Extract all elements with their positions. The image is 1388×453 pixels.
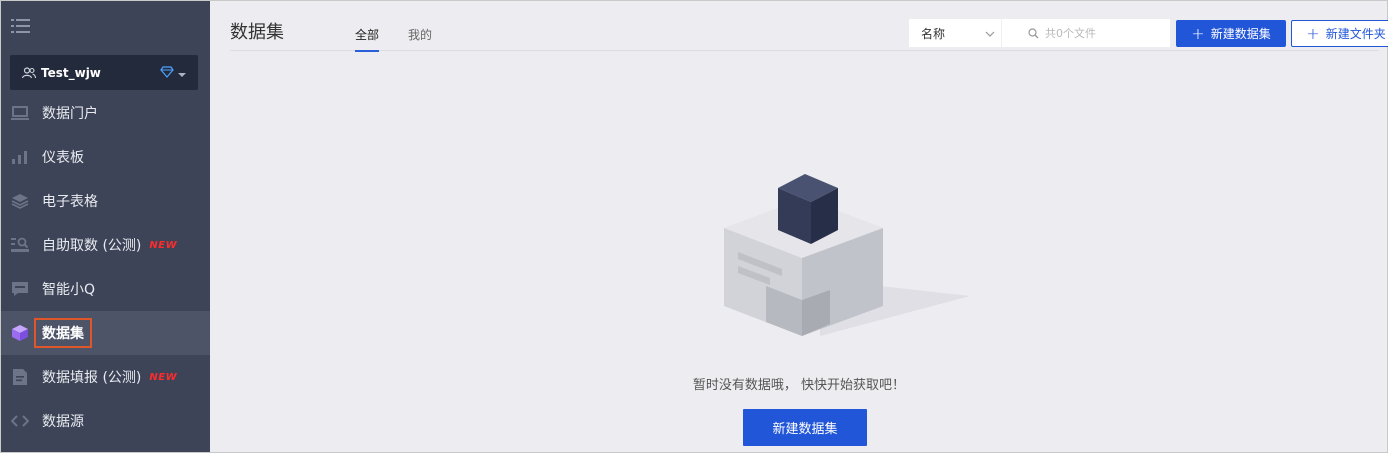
form-icon — [10, 368, 30, 386]
search-input[interactable] — [1045, 26, 1165, 40]
users-icon — [22, 66, 36, 79]
workspace-selector[interactable]: Test_wjw — [10, 55, 198, 90]
cube-icon — [10, 324, 30, 342]
empty-state-message: 暂时没有数据哦， 快快开始获取吧！ — [692, 378, 906, 393]
sidebar-item-label: 智能小Q — [42, 282, 96, 298]
sidebar-item-spreadsheet[interactable]: 电子表格 — [1, 179, 210, 223]
portal-icon — [10, 104, 30, 122]
search-icon — [1028, 27, 1039, 39]
page-title: 数据集 — [230, 22, 284, 43]
sort-select[interactable]: 名称 — [909, 19, 1001, 47]
empty-state-illustration — [710, 166, 970, 350]
new-folder-label: 新建文件夹 — [1325, 27, 1386, 41]
workspace-actions — [160, 66, 186, 81]
sidebar-item-dashboard[interactable]: 仪表板 — [1, 135, 210, 179]
sidebar-item-label: 数据门户 — [42, 106, 98, 122]
data-fetch-icon — [10, 236, 30, 254]
code-arrows-icon — [10, 412, 30, 430]
sidebar-item-smart-q[interactable]: 智能小Q — [1, 267, 210, 311]
sidebar-item-data-source[interactable]: 数据源 — [1, 399, 210, 443]
sidebar-item-label: 数据集 — [34, 318, 92, 348]
app-window: Test_wjw 数据门户 仪表板 电子表格 自助取数 (公测) NEW 智能小… — [0, 0, 1388, 453]
sidebar-item-label: 电子表格 — [42, 194, 98, 210]
tab-mine[interactable]: 我的 — [408, 26, 432, 43]
sidebar-item-label: 数据源 — [42, 414, 84, 430]
diamond-icon — [160, 66, 174, 81]
main-content: 数据集 全部 我的 名称 + 新建数据集 — [210, 1, 1388, 452]
sidebar-item-data-portal[interactable]: 数据门户 — [1, 91, 210, 135]
new-badge: NEW — [149, 371, 178, 383]
sidebar-item-label: 自助取数 (公测) — [42, 238, 142, 254]
sidebar-nav: 数据门户 仪表板 电子表格 自助取数 (公测) NEW 智能小Q 数据集 数据填… — [1, 91, 210, 443]
tab-all[interactable]: 全部 — [355, 26, 380, 52]
chevron-down-icon — [985, 27, 995, 41]
layers-icon — [10, 192, 30, 210]
new-folder-button[interactable]: + 新建文件夹 — [1291, 20, 1388, 47]
sidebar-item-label: 数据填报 (公测) — [42, 370, 142, 386]
page-header: 数据集 全部 我的 名称 + 新建数据集 — [230, 1, 1388, 52]
chat-icon — [10, 280, 30, 298]
sidebar-item-self-service-fetch[interactable]: 自助取数 (公测) NEW — [1, 223, 210, 267]
sort-value: 名称 — [921, 26, 946, 41]
menu-toggle-icon[interactable] — [11, 17, 33, 35]
bar-chart-icon — [10, 148, 30, 166]
new-dataset-button[interactable]: + 新建数据集 — [1176, 20, 1286, 47]
sidebar-item-data-entry[interactable]: 数据填报 (公测) NEW — [1, 355, 210, 399]
create-dataset-button[interactable]: 新建数据集 — [743, 409, 867, 446]
sidebar: Test_wjw 数据门户 仪表板 电子表格 自助取数 (公测) NEW 智能小… — [1, 1, 210, 452]
sidebar-item-datasets[interactable]: 数据集 — [1, 311, 210, 355]
plus-icon: + — [1191, 23, 1205, 43]
plus-icon: + — [1306, 23, 1320, 43]
chevron-down-icon — [178, 67, 186, 81]
search-box — [1001, 19, 1170, 47]
workspace-name: Test_wjw — [41, 65, 101, 80]
new-dataset-label: 新建数据集 — [1210, 27, 1271, 41]
new-badge: NEW — [149, 239, 178, 251]
sidebar-item-label: 仪表板 — [42, 150, 84, 166]
